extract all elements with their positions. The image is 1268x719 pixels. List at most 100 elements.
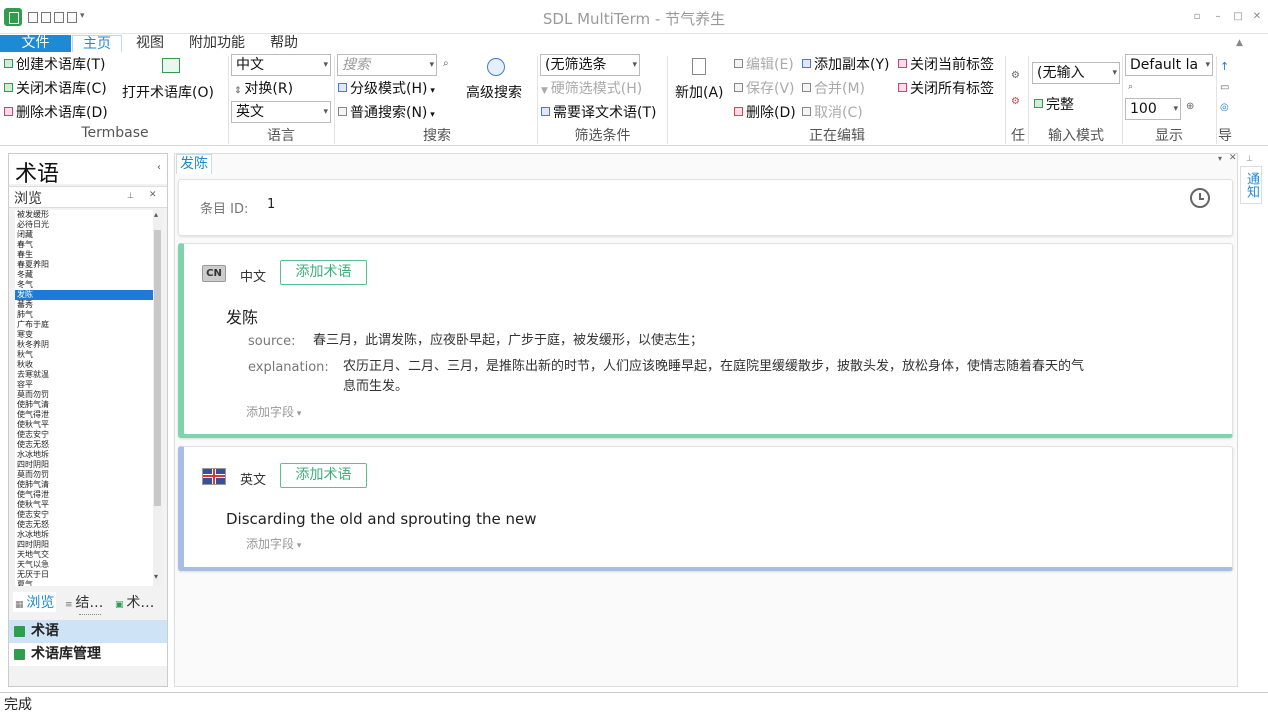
full-mode-button[interactable]: 完整 <box>1034 96 1074 114</box>
target-language-select[interactable]: 英文 ▾ <box>231 101 331 123</box>
tab-home[interactable]: 主页 <box>72 35 122 52</box>
list-item[interactable]: 使肺气清 <box>15 400 153 410</box>
search-input[interactable]: 搜索 ▾ <box>337 54 437 76</box>
list-item[interactable]: 水冰地坼 <box>15 450 153 460</box>
list-item[interactable]: 使志无怒 <box>15 440 153 450</box>
source-language-select[interactable]: 中文 ▾ <box>231 54 331 76</box>
minimize-icon[interactable]: – <box>1211 10 1225 23</box>
list-item[interactable]: 冬藏 <box>15 270 153 280</box>
open-termbase-button[interactable]: 打开术语库(O) <box>122 84 214 102</box>
list-item[interactable]: 秋冬养阴 <box>15 340 153 350</box>
list-item[interactable]: 天气以急 <box>15 560 153 570</box>
list-item[interactable]: 蕃秀 <box>15 300 153 310</box>
list-item[interactable]: 广布于庭 <box>15 320 153 330</box>
term-list[interactable]: 被发缓形 必待日光 闭藏 春气 春生 春夏养阳 冬藏 冬气 发陈 蕃秀 肺气 广布于庭 寒变 秋冬养阴 秋气… <box>15 210 153 586</box>
cn-add-field-button[interactable]: 添加字段 ▾ <box>246 403 301 420</box>
tab-file[interactable]: 文件 <box>0 35 71 52</box>
tab-browse[interactable]: ▦ 浏览 <box>13 592 57 612</box>
task-settings-icon[interactable]: ⚙ <box>1011 70 1020 81</box>
notify-pin-icon[interactable]: ⊥ <box>1246 154 1253 163</box>
advanced-search-icon[interactable] <box>487 58 505 76</box>
new-entry-button[interactable]: 新加(A) <box>675 84 724 102</box>
tab-results[interactable]: ≡ 结… <box>65 592 103 612</box>
history-icon[interactable] <box>1190 188 1210 208</box>
list-item[interactable]: 春生 <box>15 250 153 260</box>
input-model-select[interactable]: (无输入 ▾ <box>1032 62 1120 84</box>
list-item[interactable]: 使气得泄 <box>15 410 153 420</box>
restore-layout-icon[interactable]: ▫ <box>1190 10 1204 23</box>
document-tab[interactable]: 发陈 <box>176 154 212 174</box>
list-item[interactable]: 四时阴阳 <box>15 540 153 550</box>
list-item[interactable]: 寒变 <box>15 330 153 340</box>
list-item[interactable]: 天地气交 <box>15 550 153 560</box>
hierarchical-search-button[interactable]: 分级模式(H) ▾ <box>338 80 435 100</box>
merge-button[interactable]: 合并(M) <box>802 80 865 98</box>
tab-view[interactable]: 视图 <box>133 35 167 52</box>
close-document-icon[interactable]: ✕ <box>1229 153 1237 163</box>
list-item[interactable]: 四时阴阳 <box>15 460 153 470</box>
edit-button[interactable]: 编辑(E) <box>734 56 794 74</box>
close-termbase-button[interactable]: 关闭术语库(C) <box>4 80 107 98</box>
advanced-search-button[interactable]: 高级搜索 <box>466 84 522 102</box>
hard-filter-button[interactable]: ▼ 硬筛选模式(H) <box>541 80 642 100</box>
list-item[interactable]: 使秋气平 <box>15 420 153 430</box>
create-termbase-button[interactable]: 创建术语库(T) <box>4 56 105 74</box>
list-item[interactable]: 使志安宁 <box>15 430 153 440</box>
pin-icon[interactable]: ⊥ <box>127 191 134 200</box>
list-item[interactable]: 冬气 <box>15 280 153 290</box>
list-item[interactable]: 夏气 <box>15 580 153 586</box>
close-icon[interactable]: ✕ <box>1250 10 1264 23</box>
need-translation-button[interactable]: 需要译文术语(T) <box>541 104 656 122</box>
list-item[interactable]: 必待日光 <box>15 220 153 230</box>
collapse-panel-icon[interactable]: ‹ <box>157 162 161 173</box>
list-item[interactable]: 水冰地坼 <box>15 530 153 540</box>
en-add-term-button[interactable]: 添加术语 <box>280 463 367 488</box>
search-binoculars-icon[interactable]: ⌕ <box>443 58 449 69</box>
open-termbase-icon[interactable] <box>162 58 180 73</box>
tab-addins[interactable]: 附加功能 <box>186 35 248 52</box>
list-item[interactable]: 秋气 <box>15 350 153 360</box>
list-item[interactable]: 莫而勿罚 <box>15 390 153 400</box>
splitter-grip[interactable] <box>79 614 101 615</box>
scroll-up-icon[interactable]: ▴ <box>154 210 158 219</box>
add-copy-button[interactable]: 添加副本(Y) <box>802 56 889 74</box>
nav-target-icon[interactable]: ◎ <box>1220 102 1229 113</box>
swap-languages-button[interactable]: ⇕ 对换(R) <box>234 80 293 100</box>
save-button[interactable]: 保存(V) <box>734 80 795 98</box>
list-item[interactable]: 使肺气清 <box>15 480 153 490</box>
en-add-field-button[interactable]: 添加字段 ▾ <box>246 535 301 552</box>
list-item[interactable]: 肺气 <box>15 310 153 320</box>
new-entry-icon[interactable] <box>692 58 706 75</box>
delete-termbase-button[interactable]: 删除术语库(D) <box>4 104 108 122</box>
cancel-button[interactable]: 取消(C) <box>802 104 863 122</box>
layout-select[interactable]: Default la ▾ <box>1125 54 1213 76</box>
zoom-select[interactable]: 100 ▾ <box>1125 98 1181 120</box>
notifications-tab[interactable]: 通知 <box>1240 166 1262 204</box>
nav-terms[interactable]: 术语 <box>9 620 167 643</box>
close-current-tab-button[interactable]: 关闭当前标签 <box>898 56 994 74</box>
scroll-down-icon[interactable]: ▾ <box>154 572 158 581</box>
list-item[interactable]: 发陈 <box>15 290 153 300</box>
cn-add-term-button[interactable]: 添加术语 <box>280 260 367 285</box>
list-item[interactable]: 闭藏 <box>15 230 153 240</box>
tab-menu-chevron-icon[interactable]: ▾ <box>1218 154 1222 163</box>
list-item[interactable]: 使秋气平 <box>15 500 153 510</box>
nav-termbase-management[interactable]: 术语库管理 <box>9 643 167 666</box>
list-item[interactable]: 春气 <box>15 240 153 250</box>
list-item[interactable]: 容平 <box>15 380 153 390</box>
list-item[interactable]: 莫而勿罚 <box>15 470 153 480</box>
zoom-in-icon[interactable]: ⊕ <box>1186 101 1194 112</box>
delete-entry-button[interactable]: 删除(D) <box>734 104 796 122</box>
nav-box-icon[interactable]: ▭ <box>1220 82 1229 93</box>
close-pane-icon[interactable]: ✕ <box>149 190 157 200</box>
list-item[interactable]: 使气得泄 <box>15 490 153 500</box>
list-item[interactable]: 被发缓形 <box>15 210 153 220</box>
list-item[interactable]: 使志安宁 <box>15 510 153 520</box>
tab-terms[interactable]: ▣ 术… <box>115 592 154 612</box>
list-item[interactable]: 使志无怒 <box>15 520 153 530</box>
task-run-icon[interactable]: ⚙ <box>1011 96 1020 107</box>
maximize-icon[interactable]: □ <box>1231 10 1245 23</box>
list-item[interactable]: 无厌于日 <box>15 570 153 580</box>
pin-ribbon-icon[interactable]: ▲ <box>1236 38 1243 48</box>
arrow-up-icon[interactable]: ↑ <box>1220 60 1229 73</box>
